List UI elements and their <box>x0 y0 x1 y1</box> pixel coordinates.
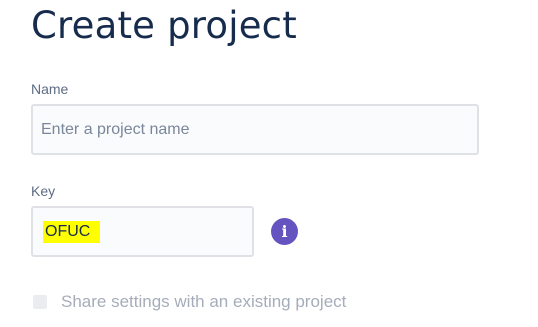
key-label: Key <box>31 183 56 199</box>
create-project-page: Create project Name Key OFUC i Share set… <box>0 0 538 327</box>
info-icon[interactable]: i <box>271 218 298 245</box>
share-settings-label: Share settings with an existing project <box>61 292 347 311</box>
project-name-input[interactable] <box>31 104 479 155</box>
share-settings-row: Share settings with an existing project <box>33 292 346 312</box>
page-title: Create project <box>31 4 297 47</box>
name-label: Name <box>31 81 69 97</box>
project-key-value: OFUC <box>43 220 101 243</box>
share-settings-checkbox[interactable] <box>33 295 47 309</box>
project-key-input[interactable]: OFUC <box>31 206 254 257</box>
